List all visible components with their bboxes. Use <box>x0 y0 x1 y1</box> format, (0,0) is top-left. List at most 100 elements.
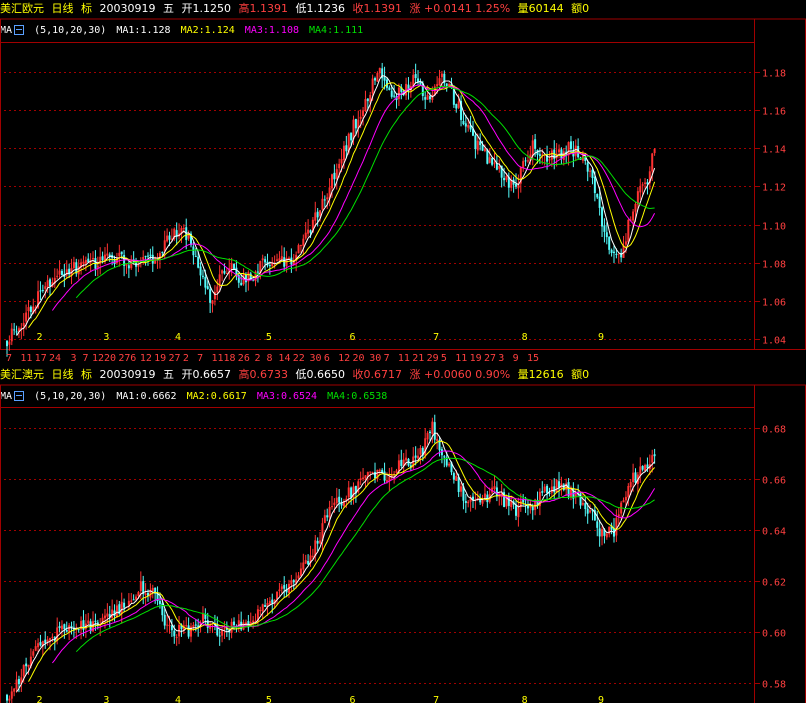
candle-body <box>440 73 443 78</box>
candle-body <box>333 172 336 180</box>
candle-body <box>598 196 601 208</box>
candle-body <box>123 602 126 608</box>
candle-body <box>6 340 8 347</box>
day-label: 11 <box>398 353 410 364</box>
candlestick-chart[interactable]: 1.181.161.141.121.101.081.061.042 3 4 5 6 7 8 9… <box>0 0 806 366</box>
candle-body <box>130 260 133 269</box>
month-label: 6 <box>350 695 356 703</box>
day-label: 14 <box>278 353 290 364</box>
candle-body <box>493 486 496 489</box>
candle-body <box>405 457 408 461</box>
candle-body <box>304 560 307 564</box>
candle-body <box>610 249 613 253</box>
panel-eurusd: 美汇欧元 日线 标 20030919 五 开1.1250 高1.1391 低1.… <box>0 0 806 366</box>
candle-body <box>233 621 236 626</box>
candle-body <box>132 599 135 601</box>
day-label: 7 <box>197 353 203 364</box>
candle-body <box>261 604 264 612</box>
candle-body <box>287 257 290 259</box>
day-label: 11 <box>455 353 467 364</box>
candle-body <box>438 78 441 86</box>
candle-body <box>359 116 362 119</box>
candle-body <box>146 255 149 257</box>
candle-body <box>192 246 195 256</box>
candle-body <box>63 624 66 630</box>
candle-body <box>139 581 142 592</box>
candle-body <box>569 141 572 149</box>
candle-body <box>321 198 324 210</box>
candle-body <box>340 159 343 164</box>
candle-body <box>574 145 577 156</box>
candle-body <box>194 624 197 626</box>
candle-body <box>244 274 247 283</box>
candle-body <box>127 265 130 269</box>
candle-body <box>96 265 99 268</box>
day-label: 30 <box>369 353 381 364</box>
candle-body <box>106 253 109 256</box>
candle-body <box>292 580 295 583</box>
candle-body <box>72 262 75 269</box>
candle-body <box>142 256 145 260</box>
candle-body <box>278 258 281 261</box>
day-label: 20 <box>353 353 365 364</box>
candlestick-chart[interactable]: 0.68 0.66 0.64 0.62 0.60 0.58 2 3 4 5 6 7 8 9 <box>0 366 806 703</box>
day-label: 12 <box>338 353 350 364</box>
candle-body <box>622 500 625 503</box>
candle-body <box>187 625 190 637</box>
day-label: 15 <box>527 353 539 364</box>
candle-body <box>584 503 587 509</box>
candle-body <box>204 276 207 288</box>
candle-body <box>634 472 637 483</box>
candle-body <box>483 149 486 151</box>
candle-body <box>400 459 403 466</box>
candle-body <box>601 207 604 227</box>
month-label: 9 <box>598 695 604 703</box>
day-label: 3 <box>71 353 77 364</box>
candle-body <box>15 679 18 690</box>
candle-body <box>433 422 436 440</box>
candle-body <box>51 636 54 638</box>
candle-body <box>603 225 606 232</box>
candle-body <box>455 476 458 481</box>
candle-body <box>185 625 188 627</box>
candle-body <box>166 624 169 626</box>
candle-body <box>158 600 161 605</box>
candle-body <box>314 212 317 221</box>
candle-body <box>364 475 367 479</box>
month-label: 9 <box>598 332 604 343</box>
candle-body <box>517 507 520 518</box>
candle-body <box>182 228 185 230</box>
candle-body <box>206 286 209 290</box>
candle-body <box>586 508 589 514</box>
candle-body <box>56 275 59 277</box>
candle-body <box>354 118 357 129</box>
candle-body <box>641 184 644 186</box>
candle-body <box>534 139 537 149</box>
candle-body <box>589 510 592 513</box>
candle-body <box>197 256 200 268</box>
candle-body <box>22 322 25 327</box>
candle-body <box>464 123 467 127</box>
candle-body <box>56 627 59 641</box>
candle-body <box>338 163 341 169</box>
candle-body <box>17 679 20 685</box>
candle-body <box>414 455 417 458</box>
candle-body <box>397 460 400 472</box>
candle-body <box>8 698 11 701</box>
day-label: 5 <box>441 353 447 364</box>
candle-body <box>37 643 40 648</box>
y-tick-label: 1.06 <box>762 298 786 309</box>
candle-body <box>639 185 642 193</box>
candle-body <box>617 514 620 517</box>
candle-body <box>538 154 541 156</box>
candle-body <box>624 496 627 501</box>
month-label: 7 <box>433 332 439 343</box>
candle-body <box>331 174 333 189</box>
candle-body <box>605 533 608 538</box>
candle-body <box>111 609 114 618</box>
candle-body <box>218 635 221 637</box>
candle-body <box>428 431 431 434</box>
candle-body <box>82 261 85 264</box>
candle-body <box>550 150 553 160</box>
candle-body <box>371 472 374 474</box>
